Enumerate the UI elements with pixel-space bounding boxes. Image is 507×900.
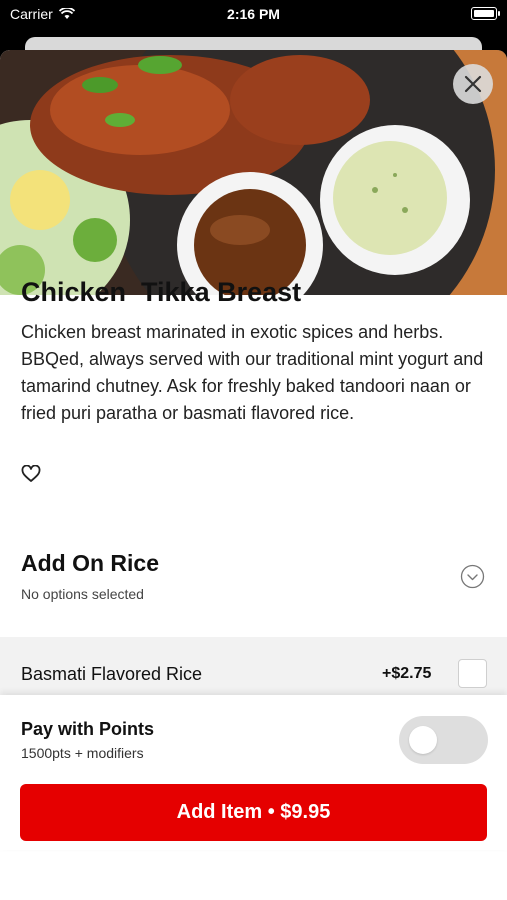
add-item-button[interactable]: Add Item • $9.95 bbox=[20, 784, 487, 841]
checkbox-icon[interactable] bbox=[458, 659, 487, 688]
addon-section-subtitle: No options selected bbox=[21, 586, 144, 602]
status-bar: Carrier 2:16 PM bbox=[0, 0, 507, 30]
close-icon bbox=[464, 75, 482, 93]
pay-with-points-toggle[interactable] bbox=[399, 716, 488, 764]
battery-icon bbox=[471, 7, 500, 20]
pay-with-points-title: Pay with Points bbox=[21, 719, 155, 739]
status-time: 2:16 PM bbox=[227, 6, 280, 22]
heart-icon[interactable] bbox=[21, 465, 41, 483]
chevron-down-icon[interactable] bbox=[460, 564, 485, 589]
addon-section-title: Add On Rice bbox=[21, 550, 160, 576]
addon-option-label: Basmati Flavored Rice bbox=[21, 664, 203, 684]
toggle-knob bbox=[409, 726, 437, 754]
item-description: Chicken breast marinated in exotic spice… bbox=[21, 322, 484, 423]
addon-option-price: +$2.75 bbox=[382, 665, 432, 682]
pay-with-points-subtitle: 1500pts + modifiers bbox=[21, 745, 144, 761]
food-photo bbox=[0, 50, 507, 295]
close-button[interactable] bbox=[453, 64, 493, 104]
item-title: Chicken Tikka Breast bbox=[21, 277, 302, 307]
